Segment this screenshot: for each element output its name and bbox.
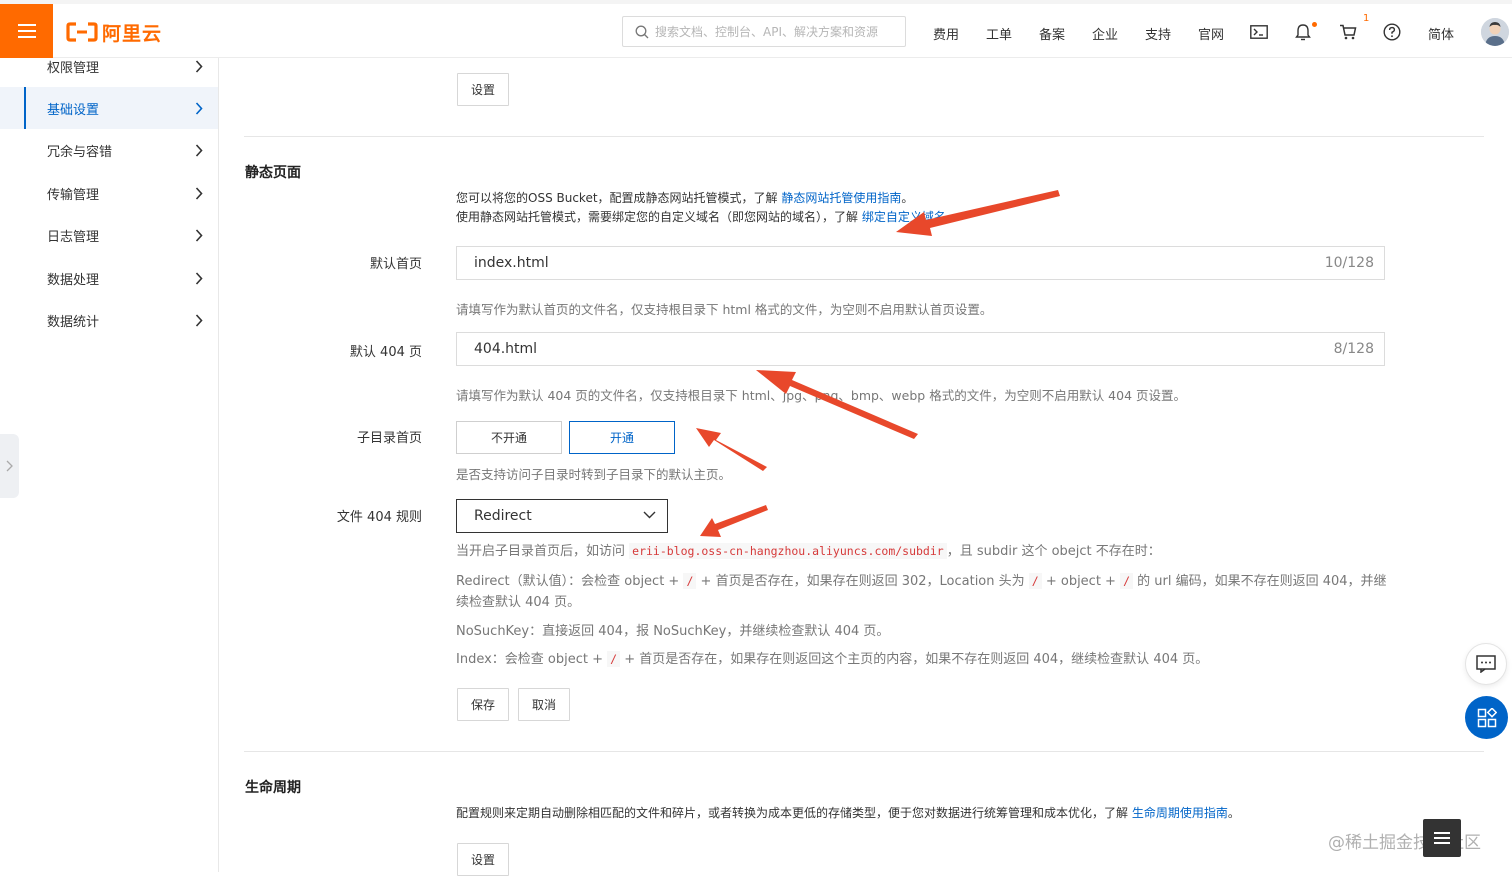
sidebar-item-data-processing[interactable]: 数据处理 [0,257,218,299]
divider [244,751,1484,752]
nav-official-site[interactable]: 官网 [1198,24,1224,43]
sidebar-item-label: 传输管理 [47,187,100,203]
bell-icon[interactable] [1293,22,1313,42]
static-hosting-guide-link[interactable]: 静态网站托管使用指南 [781,191,901,205]
default-home-label: 默认首页 [369,257,422,272]
lifecycle-settings-button[interactable]: 设置 [457,843,509,876]
index-description: Index：会检查 object + / + 首页是否存在，如果存在则返回这个主… [456,651,1209,667]
chevron-right-icon [195,314,203,327]
sidebar-item-basic-settings[interactable]: 基础设置 [0,87,218,129]
logo-text: 阿里云 [102,22,163,45]
default-home-char-count: 10/128 [1324,255,1374,271]
static-page-description-2: 使用静态网站托管模式，需要绑定您的自定义域名（即您网站的域名），了解 绑定自定义… [456,210,958,224]
top-bar: 阿里云 费用 工单 备案 企业 支持 官网 1 简体 [0,0,1512,58]
chevron-right-icon [6,460,13,472]
notification-dot [1312,22,1317,27]
sidebar-item-label: 权限管理 [47,60,100,76]
user-avatar[interactable] [1481,18,1509,46]
chevron-right-icon [195,229,203,242]
cart-icon[interactable] [1338,22,1358,42]
divider [244,136,1484,137]
default-404-value: 404.html [474,341,538,357]
sidebar-item-statistics[interactable]: 数据统计 [0,299,218,341]
help-icon[interactable] [1382,22,1402,42]
bind-domain-link[interactable]: 绑定自定义域名 [862,210,946,224]
subdir-home-label: 子目录首页 [356,431,422,446]
search-box[interactable] [622,16,906,47]
chevron-right-icon [195,272,203,285]
aliyun-logo[interactable]: 阿里云 [66,20,163,45]
default-404-hint: 请填写作为默认 404 页的文件名，仅支持根目录下 html、jpg、png、b… [456,388,1186,403]
default-404-input[interactable]: 404.html 8/128 [456,332,1385,366]
sidebar-item-label: 冗余与容错 [47,144,113,160]
search-icon [635,25,649,38]
nav-support[interactable]: 支持 [1145,24,1171,43]
example-url: erii-blog.oss-cn-hangzhou.aliyuncs.com/s… [629,543,947,559]
chevron-down-icon [643,511,656,519]
main-content: 设置 静态页面 您可以将您的OSS Bucket，配置成静态网站托管模式，了解 … [219,58,1512,876]
chat-icon [1476,655,1496,673]
sidebar-item-label: 数据统计 [47,314,100,330]
sidebar-item-logs[interactable]: 日志管理 [0,214,218,256]
file-404-rule-select[interactable]: Redirect [456,499,668,533]
menu-button[interactable] [0,4,53,58]
subdir-off-option[interactable]: 不开通 [456,421,562,454]
static-page-description-1: 您可以将您的OSS Bucket，配置成静态网站托管模式，了解 静态网站托管使用… [456,191,914,205]
top-settings-button[interactable]: 设置 [457,73,509,106]
sidebar-item-redundancy[interactable]: 冗余与容错 [0,129,218,171]
nav-tickets[interactable]: 工单 [986,24,1012,43]
nav-billing[interactable]: 费用 [933,24,959,43]
chevron-right-icon [195,60,203,73]
redirect-description: Redirect（默认值）：会检查 object + / + 首页是否存在，如果… [456,573,1387,610]
default-404-label: 默认 404 页 [349,345,422,360]
sidebar: 权限管理 基础设置 冗余与容错 传输管理 日志管理 数据处理 数据统计 [0,58,219,872]
apps-icon [1477,707,1497,727]
subdir-hint: 是否支持访问子目录时转到子目录下的默认主页。 [456,467,732,482]
chevron-right-icon [195,144,203,157]
rule-intro: 当开启子目录首页后，如访问 erii-blog.oss-cn-hangzhou.… [456,543,1161,559]
file-404-rule-label: 文件 404 规则 [336,510,422,525]
sidebar-collapse-handle[interactable] [0,434,19,498]
search-input[interactable] [655,24,895,39]
default-home-input[interactable]: index.html 10/128 [456,246,1385,280]
nosuchkey-description: NoSuchKey：直接返回 404，报 NoSuchKey，并继续检查默认 4… [456,624,890,639]
file-404-rule-value: Redirect [474,508,532,524]
sidebar-item-label: 数据处理 [47,272,100,288]
hamburger-icon [17,24,36,38]
list-icon [1434,832,1450,844]
lifecycle-guide-link[interactable]: 生命周期使用指南 [1132,806,1228,820]
section-title-static-page: 静态页面 [245,165,301,181]
feedback-button[interactable] [1465,643,1507,685]
default-home-hint: 请填写作为默认首页的文件名，仅支持根目录下 html 格式的文件，为空则不启用默… [456,302,993,317]
apps-button[interactable] [1465,696,1508,739]
cancel-button[interactable]: 取消 [518,688,570,721]
language-switch[interactable]: 简体 [1428,24,1454,43]
default-404-char-count: 8/128 [1333,341,1374,357]
sidebar-item-transfer[interactable]: 传输管理 [0,172,218,214]
aliyun-logo-icon [66,22,98,42]
subdir-on-option[interactable]: 开通 [569,421,675,454]
terminal-icon[interactable] [1249,22,1269,42]
scroll-top-button[interactable] [1423,819,1461,857]
chevron-right-icon [195,102,203,115]
default-home-value: index.html [474,255,549,271]
section-title-lifecycle: 生命周期 [245,780,301,796]
cart-badge: 1 [1363,13,1370,24]
sidebar-item-label: 日志管理 [47,229,100,245]
save-button[interactable]: 保存 [457,688,509,721]
sidebar-item-label: 基础设置 [47,102,100,118]
chevron-right-icon [195,187,203,200]
lifecycle-description: 配置规则来定期自动删除相匹配的文件和碎片，或者转换为成本更低的存储类型，便于您对… [456,806,1240,820]
nav-icp[interactable]: 备案 [1039,24,1065,43]
nav-enterprise[interactable]: 企业 [1092,24,1118,43]
